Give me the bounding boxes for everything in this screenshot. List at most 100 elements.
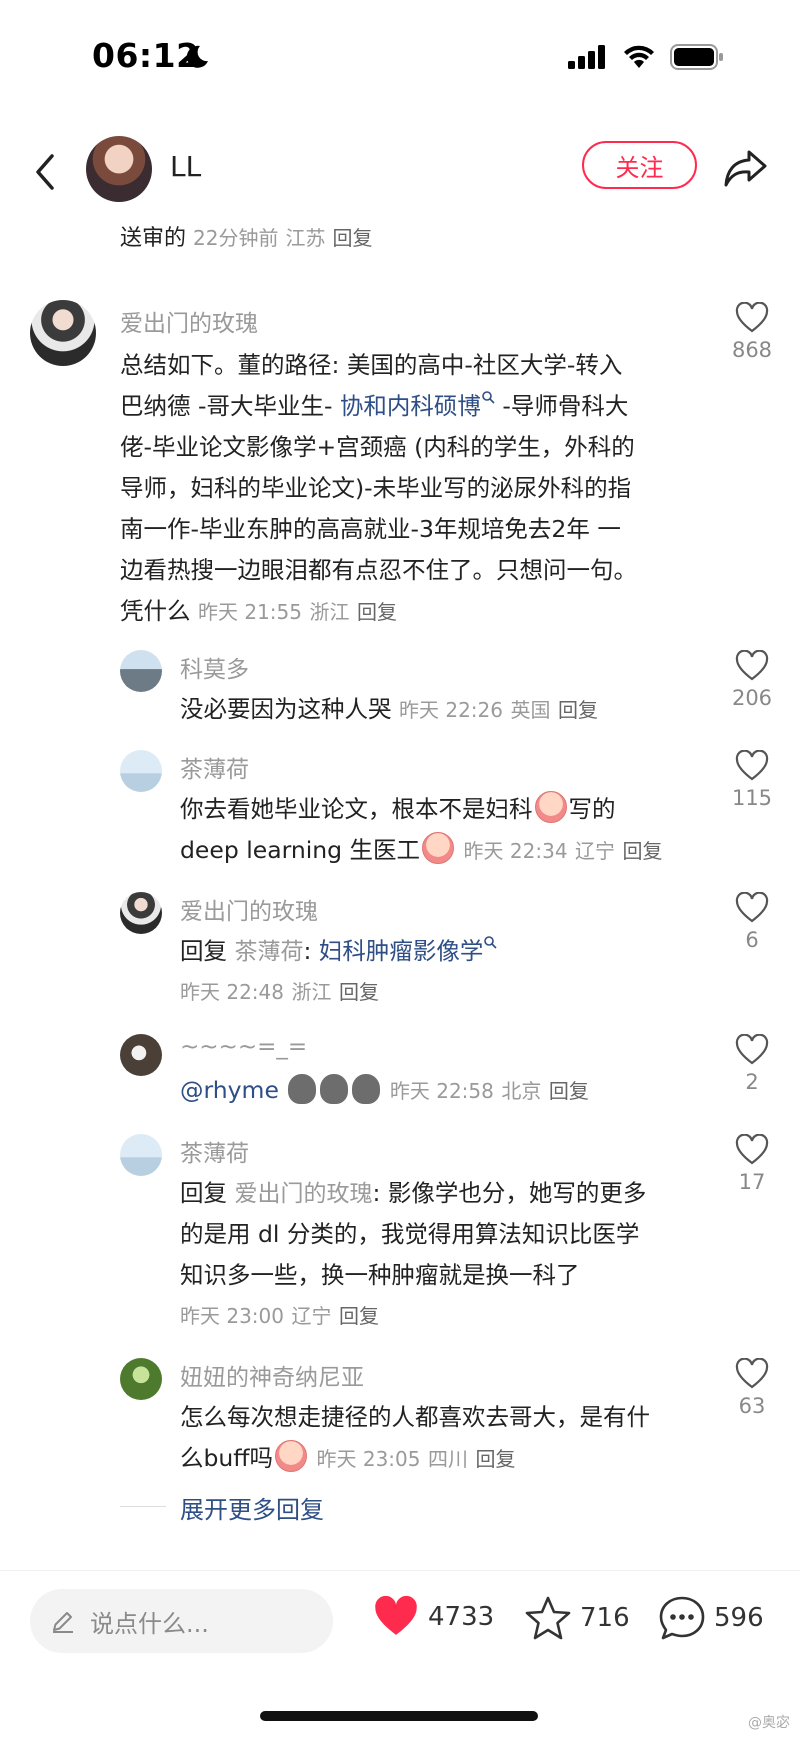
like-count: 206 (731, 686, 773, 710)
like-button[interactable]: 17 (722, 1134, 782, 1194)
comment-text-line: 回复 爱出门的玫瑰: 影像学也分，她写的更多 (180, 1174, 646, 1208)
blob-emoji-icon (352, 1074, 381, 1104)
like-count: 115 (731, 786, 773, 810)
crying-emoji-icon (534, 791, 567, 823)
heart-filled-icon (375, 1595, 417, 1635)
reply-button[interactable]: 回复 (339, 980, 379, 1004)
comment-text: 没必要因为这种人哭 (180, 695, 392, 723)
expand-more-replies-button[interactable]: 展开更多回复 (180, 1490, 324, 1525)
comment-text: 么buff吗 (180, 1444, 274, 1472)
comment-location: 北京 (501, 1079, 542, 1103)
status-icons (568, 44, 724, 70)
cellular-signal-icon (568, 45, 605, 69)
like-button[interactable]: 206 (722, 650, 782, 710)
search-icon (484, 936, 497, 949)
follow-button[interactable]: 关注 (582, 141, 697, 189)
search-icon (482, 391, 495, 404)
search-link[interactable]: 妇科肿瘤影像学 (319, 937, 484, 965)
reply-button[interactable]: 回复 (558, 698, 598, 722)
comment-count: 596 (714, 1603, 764, 1633)
comment-input-placeholder: 说点什么... (90, 1609, 209, 1638)
commenter-name[interactable]: 爱出门的玫瑰 (120, 304, 258, 338)
reply-button[interactable]: 回复 (339, 1304, 379, 1328)
comment-text-line: 的是用 dl 分类的，我觉得用算法知识比医学 (180, 1220, 640, 1248)
blob-emoji-icon (320, 1074, 349, 1104)
like-post-button[interactable]: 4733 (372, 1595, 494, 1639)
search-link[interactable]: 协和内科硕博 (340, 392, 481, 420)
commenter-name[interactable]: ~~~~=_= (180, 1034, 307, 1060)
comment-time: 昨天 22:34 (463, 839, 568, 863)
blob-emoji-icon (288, 1074, 317, 1104)
heart-outline-icon (735, 1358, 769, 1389)
commenter-name[interactable]: 茶薄荷 (180, 1134, 249, 1168)
commenter-avatar[interactable] (30, 300, 96, 366)
like-button[interactable]: 115 (722, 750, 782, 810)
like-count: 4733 (428, 1602, 495, 1632)
reply-prefix: 回复 (180, 937, 227, 965)
favorite-button[interactable]: 716 (524, 1595, 630, 1641)
commenter-avatar[interactable] (120, 1358, 162, 1400)
comment-text-line: 知识多一些，换一种肿瘤就是换一科了 (180, 1261, 580, 1289)
comment-text-line: 导师，妇科的毕业论文)-未毕业写的泌尿外科的指 (120, 474, 632, 502)
reply-button[interactable]: 回复 (332, 226, 372, 250)
like-button[interactable]: 868 (722, 302, 782, 362)
comment-text-line: 怎么每次想走捷径的人都喜欢去哥大，是有什 (180, 1403, 650, 1431)
moon-icon (186, 45, 208, 68)
like-count: 6 (745, 928, 759, 952)
commenter-name[interactable]: 科莫多 (180, 650, 249, 684)
reply-target-name[interactable]: 茶薄荷 (234, 939, 303, 965)
comment-text: 巴纳德 -哥大毕业生- (120, 392, 340, 420)
comment-text: : 影像学也分，她写的更多 (372, 1179, 647, 1207)
commenter-avatar[interactable] (120, 1034, 162, 1076)
comment-meta-line: 昨天 22:48 浙江 回复 (180, 976, 379, 1005)
like-count: 868 (731, 338, 773, 362)
heart-outline-icon (735, 750, 769, 781)
reply-button[interactable]: 回复 (357, 600, 397, 624)
reply-button[interactable]: 回复 (623, 839, 663, 863)
comment-input[interactable]: 说点什么... (30, 1589, 333, 1653)
comment-time: 22分钟前 (193, 226, 279, 250)
reply-button[interactable]: 回复 (475, 1447, 515, 1471)
like-button[interactable]: 6 (722, 892, 782, 952)
comment-button[interactable]: 596 (658, 1595, 764, 1641)
heart-outline-icon (735, 302, 769, 333)
comment-text-line: 巴纳德 -哥大毕业生- 协和内科硕博 -导师骨科大 (120, 387, 628, 421)
comment-text-line: deep learning 生医工 昨天 22:34 辽宁 回复 (180, 831, 663, 865)
star-outline-icon (525, 1596, 571, 1640)
commenter-name[interactable]: 妞妞的神奇纳尼亚 (180, 1358, 364, 1392)
comment-text-line: 回复 茶薄荷: 妇科肿瘤影像学 (180, 932, 497, 966)
commenter-name[interactable]: 茶薄荷 (180, 750, 249, 784)
reply-prefix: 回复 (180, 1179, 227, 1207)
commenter-avatar[interactable] (120, 650, 162, 692)
comment-text: -导师骨科大 (494, 392, 629, 420)
commenter-avatar[interactable] (120, 1134, 162, 1176)
heart-outline-icon (735, 1034, 769, 1065)
comment-text-line: 总结如下。董的路径: 美国的高中-社区大学-转入 (120, 351, 623, 379)
commenter-avatar[interactable] (120, 750, 162, 792)
like-button[interactable]: 2 (722, 1034, 782, 1094)
home-indicator[interactable] (260, 1711, 538, 1721)
comment-time: 昨天 22:26 (398, 698, 503, 722)
commenter-name[interactable]: 爱出门的玫瑰 (180, 892, 318, 926)
comment-time: 昨天 23:05 (316, 1447, 421, 1471)
comment-location: 浙江 (309, 600, 350, 624)
author-username[interactable]: LL (170, 150, 201, 183)
mention-link[interactable]: @rhyme (180, 1076, 279, 1104)
comment-meta-line: 昨天 23:00 辽宁 回复 (180, 1300, 379, 1329)
comment-bubble-icon (659, 1596, 705, 1640)
comment-location: 辽宁 (575, 839, 616, 863)
comment-text-line: 凭什么 昨天 21:55 浙江 回复 (120, 592, 397, 626)
back-arrow-icon[interactable] (30, 150, 60, 194)
like-count: 17 (738, 1170, 766, 1194)
author-avatar[interactable] (86, 136, 152, 202)
comment-location: 英国 (510, 698, 551, 722)
reply-target-name[interactable]: 爱出门的玫瑰 (234, 1181, 372, 1207)
comment-text-line: 佬-毕业论文影像学+宫颈癌 (内科的学生，外科的 (120, 433, 635, 461)
like-button[interactable]: 63 (722, 1358, 782, 1418)
share-icon[interactable] (722, 146, 768, 192)
comment-text: 送审的 (120, 226, 187, 251)
reply-button[interactable]: 回复 (549, 1079, 589, 1103)
comment-text-line: @rhyme 昨天 22:58 北京 回复 (180, 1074, 589, 1104)
comment-time: 昨天 21:55 (197, 600, 302, 624)
commenter-avatar[interactable] (120, 892, 162, 934)
